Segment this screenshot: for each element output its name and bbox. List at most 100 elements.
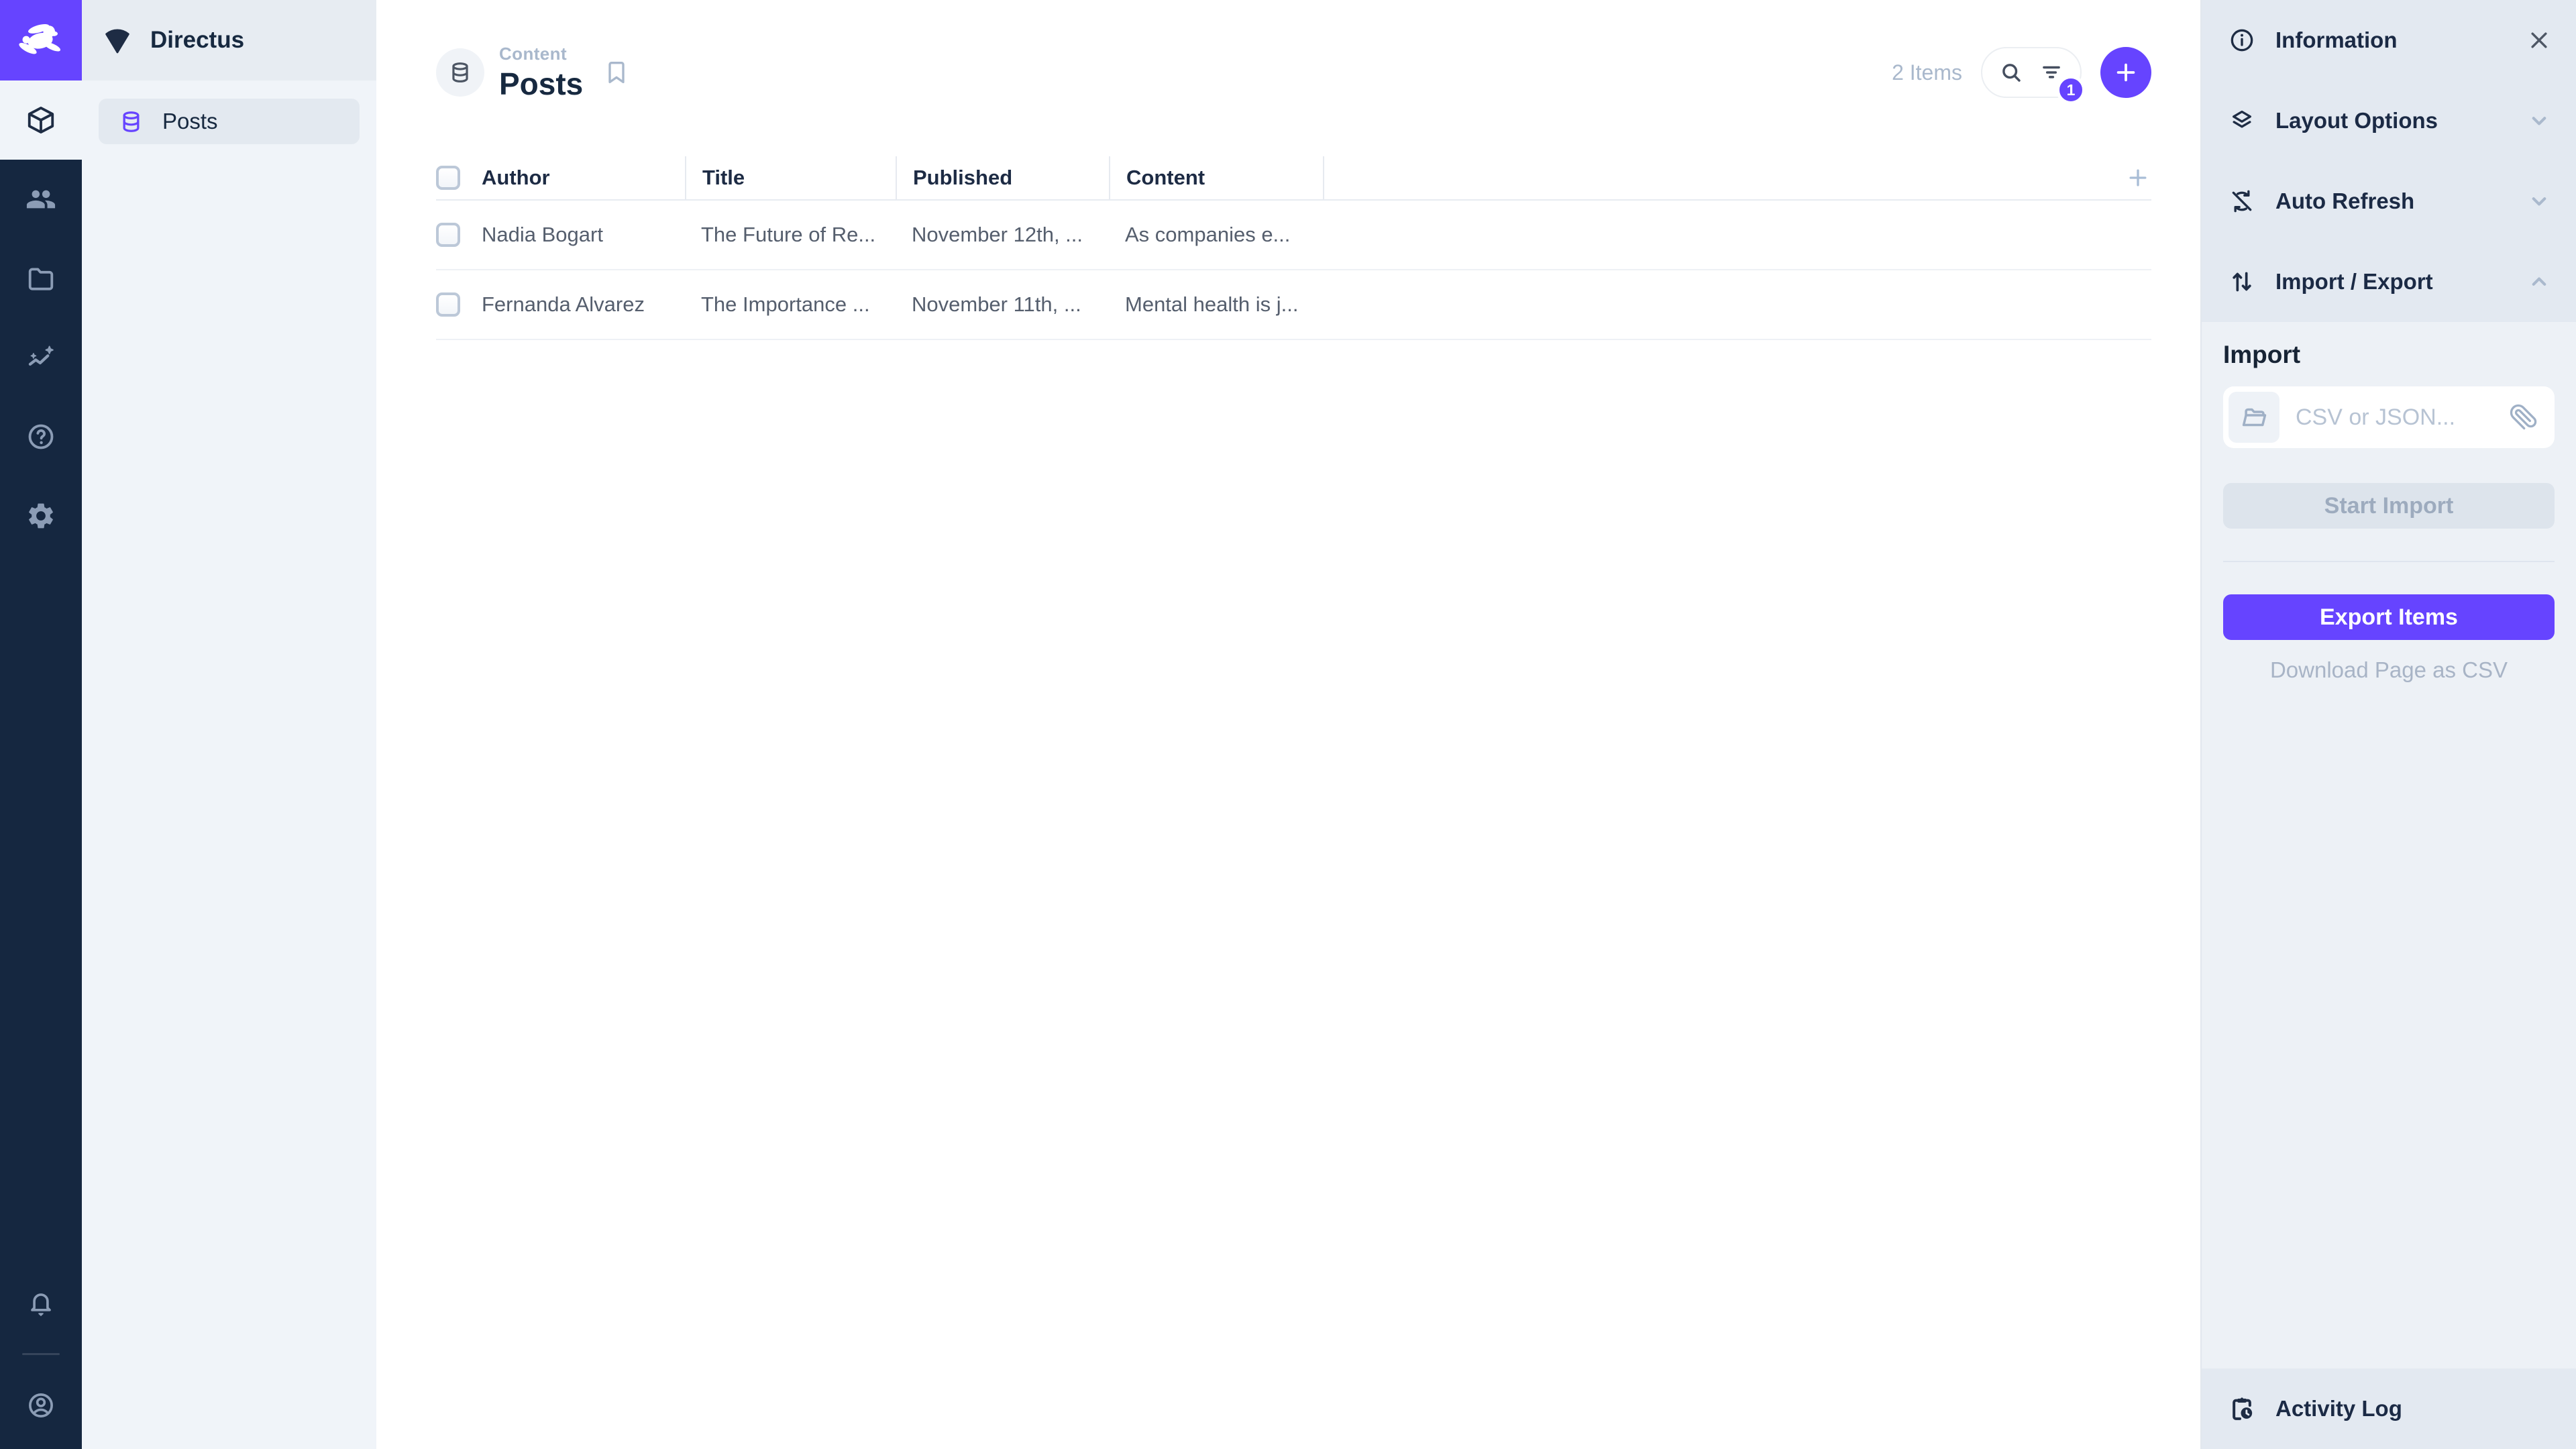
download-csv-link[interactable]: Download Page as CSV [2223, 657, 2555, 683]
import-export-panel: Import CSV or JSON... Start Import E [2202, 322, 2576, 683]
database-icon [119, 109, 144, 134]
module-files[interactable] [0, 239, 82, 318]
cell-title: The Future of Re... [685, 201, 896, 269]
sidebar-section-information[interactable]: Information [2202, 0, 2576, 80]
user-avatar-icon [26, 1391, 56, 1420]
page-title: Posts [499, 66, 583, 102]
import-file-input[interactable]: CSV or JSON... [2223, 386, 2555, 448]
chevron-up-icon [2526, 269, 2552, 294]
nav-item-posts[interactable]: Posts [99, 99, 360, 144]
page-header: Content Posts 2 Items [436, 0, 2151, 145]
sidebar-section-import-export[interactable]: Import / Export [2202, 241, 2576, 322]
paperclip-icon [2509, 403, 2537, 431]
expand-layout-options-button[interactable] [2526, 108, 2552, 133]
column-header-published[interactable]: Published [896, 156, 1109, 199]
plus-icon [2113, 60, 2139, 85]
table-header-row: Author Title Published Content [436, 156, 2151, 201]
help-icon [25, 421, 56, 452]
box-icon [25, 105, 56, 136]
chevron-down-icon [2526, 108, 2552, 133]
close-sidebar-button[interactable] [2526, 28, 2552, 53]
section-label: Information [2275, 28, 2397, 53]
collection-avatar [436, 48, 484, 97]
search-button[interactable] [1999, 60, 2023, 85]
sidebar-section-layout-options[interactable]: Layout Options [2202, 80, 2576, 161]
module-insights[interactable] [0, 318, 82, 397]
activity-log-icon [2229, 1395, 2255, 1422]
right-sidebar: Information Layout Options [2200, 0, 2576, 1449]
add-column-button[interactable] [2125, 156, 2151, 199]
row-checkbox[interactable] [436, 292, 460, 317]
project-logo-icon [102, 25, 133, 56]
module-bar-bottom [0, 1263, 82, 1449]
bookmark-button[interactable] [603, 59, 630, 86]
bell-icon [26, 1288, 56, 1318]
settings-icon [25, 500, 56, 531]
cell-author: Fernanda Alvarez [482, 270, 685, 339]
cell-content: As companies e... [1109, 201, 1324, 269]
app-window: Directus Posts Co [0, 0, 2576, 1449]
file-input-placeholder: CSV or JSON... [2296, 405, 2455, 431]
cell-published: November 12th, ... [896, 201, 1109, 269]
cell-content: Mental health is j... [1109, 270, 1324, 339]
module-help[interactable] [0, 397, 82, 476]
layers-icon [2229, 107, 2255, 134]
plus-icon [2125, 164, 2151, 191]
column-header-content[interactable]: Content [1109, 156, 1324, 199]
file-chip [2229, 392, 2279, 443]
cell-author: Nadia Bogart [482, 201, 685, 269]
database-icon [448, 60, 472, 85]
row-checkbox[interactable] [436, 223, 460, 247]
expand-auto-refresh-button[interactable] [2526, 189, 2552, 214]
users-icon [25, 184, 56, 215]
bookmark-icon [603, 59, 630, 86]
module-content[interactable] [0, 80, 82, 160]
cell-title: The Importance ... [685, 270, 896, 339]
folder-icon [25, 263, 56, 294]
create-item-button[interactable] [2100, 47, 2151, 98]
module-settings[interactable] [0, 476, 82, 555]
breadcrumb[interactable]: Content [499, 44, 583, 64]
close-icon [2526, 28, 2552, 53]
info-icon [2229, 27, 2255, 54]
export-items-button[interactable]: Export Items [2223, 594, 2555, 640]
panel-divider [2223, 561, 2555, 562]
section-label: Layout Options [2275, 108, 2438, 133]
start-import-button[interactable]: Start Import [2223, 483, 2555, 529]
import-export-icon [2229, 268, 2255, 295]
sidebar-section-auto-refresh[interactable]: Auto Refresh [2202, 161, 2576, 241]
select-all-checkbox[interactable] [436, 166, 460, 190]
collapse-import-export-button[interactable] [2526, 269, 2552, 294]
module-users[interactable] [0, 160, 82, 239]
chevron-down-icon [2526, 189, 2552, 214]
column-header-author[interactable]: Author [482, 156, 685, 199]
table-row[interactable]: Fernanda Alvarez The Importance ... Nove… [436, 270, 2151, 340]
rail-divider [22, 1353, 60, 1355]
folder-open-icon [2240, 403, 2268, 431]
column-header-title[interactable]: Title [685, 156, 896, 199]
cell-published: November 11th, ... [896, 270, 1109, 339]
nav-item-label: Posts [162, 109, 218, 134]
import-heading: Import [2223, 341, 2555, 369]
sync-disabled-icon [2229, 188, 2255, 215]
insights-icon [25, 342, 56, 373]
collections-nav: Directus Posts [82, 0, 376, 1449]
rabbit-logo-icon [15, 14, 67, 66]
main-content: Content Posts 2 Items [376, 0, 2200, 1449]
notifications-button[interactable] [0, 1263, 82, 1342]
section-label: Auto Refresh [2275, 189, 2414, 214]
user-menu-button[interactable] [0, 1366, 82, 1445]
search-icon [1999, 60, 2023, 85]
section-label: Activity Log [2275, 1396, 2402, 1421]
sidebar-section-activity-log[interactable]: Activity Log [2202, 1368, 2576, 1449]
filter-count-badge[interactable]: 1 [2056, 75, 2086, 105]
project-header[interactable]: Directus [82, 0, 376, 80]
project-name: Directus [150, 27, 244, 54]
directus-logo[interactable] [0, 0, 82, 80]
items-table: Author Title Published Content Nadia Bog… [436, 156, 2151, 340]
section-label: Import / Export [2275, 269, 2433, 294]
module-bar [0, 0, 82, 1449]
table-row[interactable]: Nadia Bogart The Future of Re... Novembe… [436, 201, 2151, 270]
search-filter-pill: 1 [1981, 47, 2082, 98]
items-count: 2 Items [1892, 60, 1962, 85]
